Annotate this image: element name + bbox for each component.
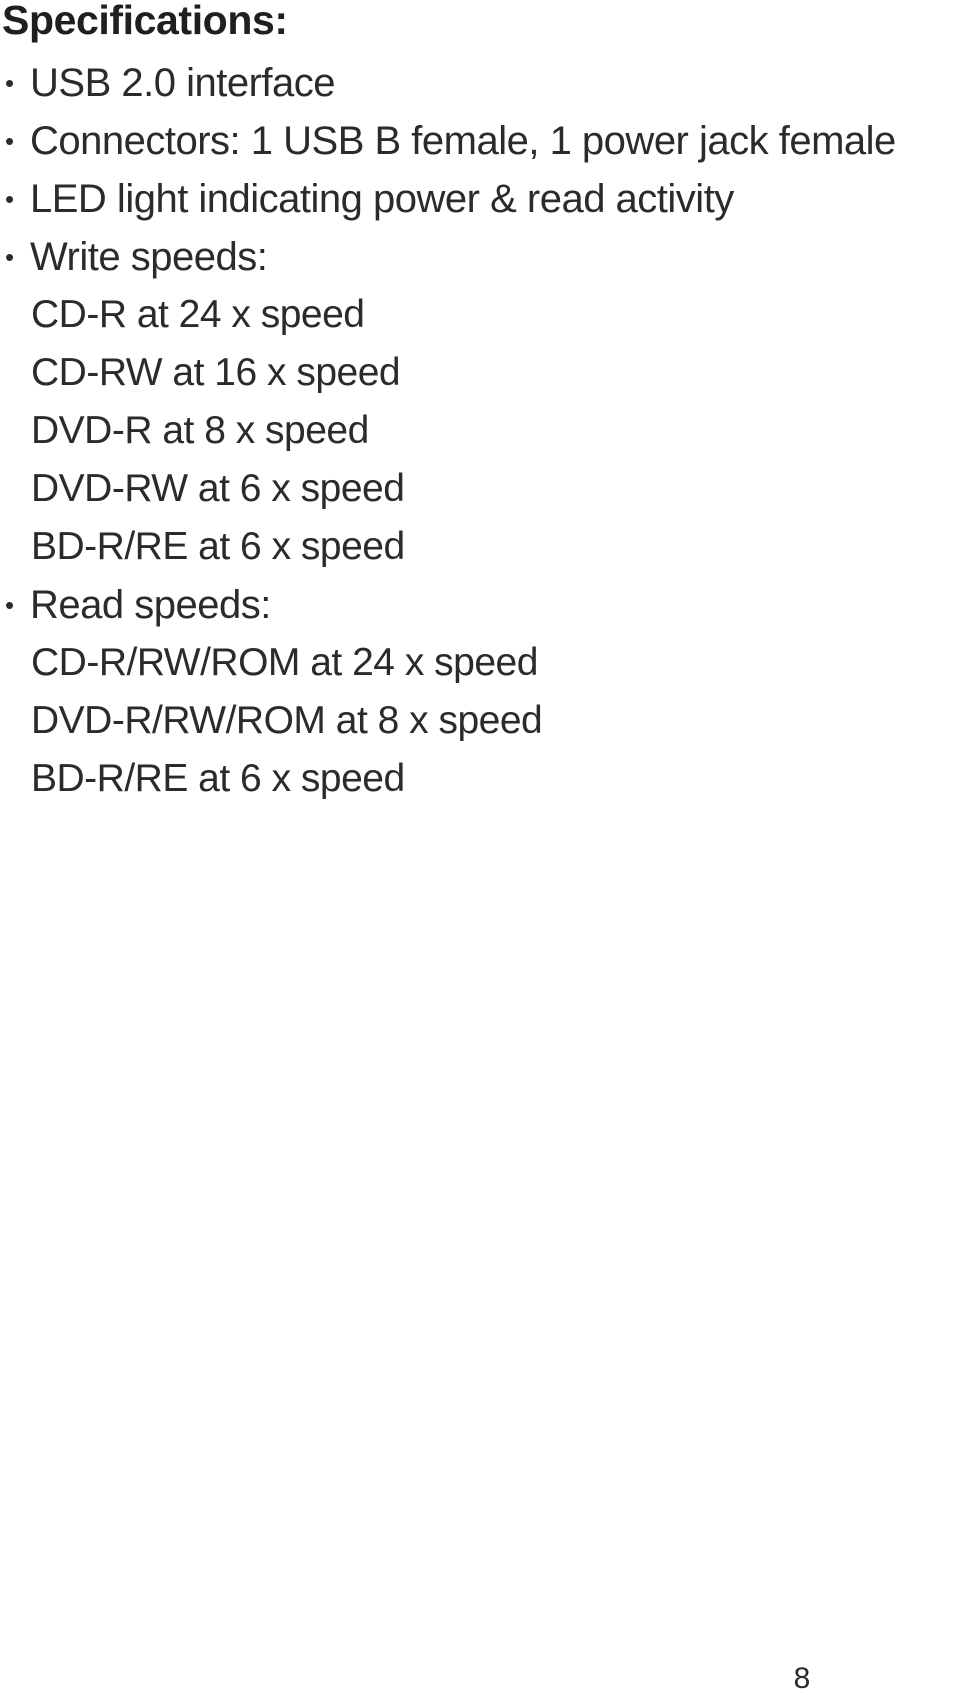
- spec-sub-item: DVD-R/RW/ROM at 8 x speed: [0, 692, 960, 750]
- spec-item-label: LED light indicating power & read activi…: [30, 177, 734, 221]
- spec-item-label: CD-RW at 16 x speed: [31, 351, 401, 394]
- specifications-list: • USB 2.0 interface • Connectors: 1 USB B f…: [0, 54, 960, 808]
- spec-bullet-item: • USB 2.0 interface: [0, 54, 960, 112]
- spec-bullet-item: • Connectors: 1 USB B female, 1 power jac…: [0, 112, 960, 170]
- spec-item-label: CD-R/RW/ROM at 24 x speed: [31, 641, 538, 684]
- spec-sub-item: CD-R at 24 x speed: [0, 286, 960, 344]
- spec-item-label: Connectors: 1 USB B female, 1 power jack…: [30, 119, 896, 163]
- spec-sub-item: CD-RW at 16 x speed: [0, 344, 960, 402]
- page-number-value: 8: [793, 1662, 811, 1695]
- spec-item-label: BD-R/RE at 6 x speed: [31, 757, 405, 800]
- bullet-icon: •: [5, 68, 14, 98]
- spec-sub-item: BD-R/RE at 6 x speed: [0, 518, 960, 576]
- page-number: 8: [0, 1660, 960, 1698]
- bullet-icon: •: [5, 126, 14, 156]
- spec-item-label: CD-R at 24 x speed: [31, 293, 365, 336]
- spec-item-label: BD-R/RE at 6 x speed: [31, 525, 405, 568]
- spec-sub-item: BD-R/RE at 6 x speed: [0, 750, 960, 808]
- bullet-icon: •: [5, 242, 14, 272]
- spec-item-label: Write speeds:: [30, 235, 268, 279]
- bullet-icon: •: [5, 590, 14, 620]
- spec-item-label: DVD-R at 8 x speed: [31, 409, 369, 452]
- spec-item-label: DVD-RW at 6 x speed: [31, 467, 405, 510]
- spec-sub-item: CD-R/RW/ROM at 24 x speed: [0, 634, 960, 692]
- spec-item-label: DVD-R/RW/ROM at 8 x speed: [31, 699, 543, 742]
- spec-sub-item: DVD-RW at 6 x speed: [0, 460, 960, 518]
- spec-item-label: Read speeds:: [30, 583, 271, 627]
- bullet-icon: •: [5, 184, 14, 214]
- spec-bullet-item: • Read speeds:: [0, 576, 960, 634]
- spec-bullet-item: • LED light indicating power & read activ…: [0, 170, 960, 228]
- spec-sub-item: DVD-R at 8 x speed: [0, 402, 960, 460]
- page-title: Specifications:: [2, 0, 288, 43]
- spec-bullet-item: • Write speeds:: [0, 228, 960, 286]
- document-page: Specifications: • USB 2.0 interface • Conne…: [0, 0, 960, 1702]
- spec-item-label: USB 2.0 interface: [30, 61, 336, 105]
